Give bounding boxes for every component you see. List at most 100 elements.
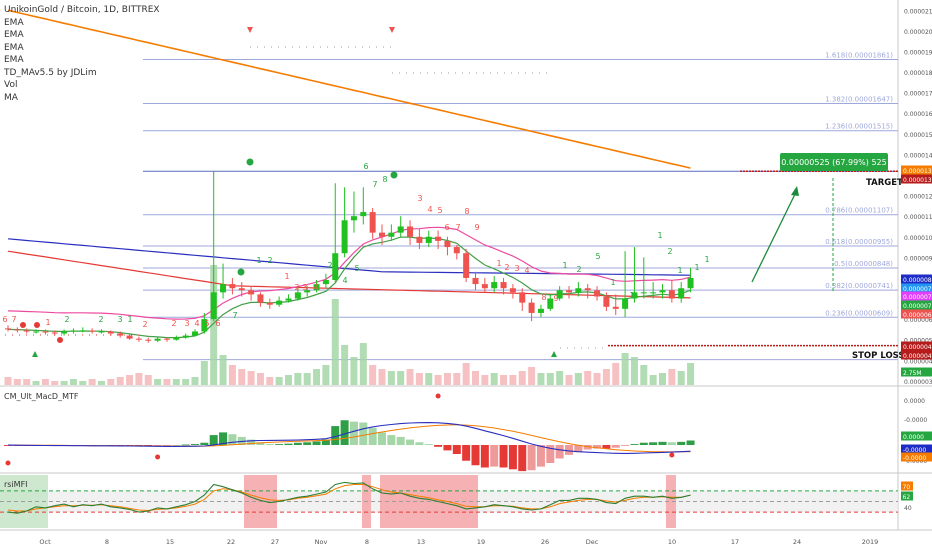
rsi-pane-label[interactable]: rsiMFI	[4, 480, 28, 489]
td-count-label: 7	[455, 223, 460, 232]
price-tick-label: 0.00000900	[904, 255, 932, 262]
volume-bar	[331, 299, 339, 385]
price-tag-text: 0.00000470	[903, 353, 932, 360]
candle-body	[210, 292, 217, 320]
rsi-layer	[0, 475, 898, 528]
td-count-label: 7	[232, 311, 237, 320]
macd-histogram-bar	[565, 445, 573, 455]
td-count-label: 5	[437, 206, 442, 215]
volume-bar	[303, 373, 311, 385]
volume-bar	[32, 381, 40, 385]
td-count-label: 4	[427, 205, 432, 214]
macd-tag-text: -0.0000	[903, 455, 926, 462]
indicator-legend: UnikoinGold / Bitcoin, 1D, BITTREX EMA E…	[4, 4, 160, 104]
time-tick-label: 27	[271, 538, 279, 546]
price-tick-label: 0.00002100	[904, 8, 932, 15]
time-tick-label: Nov	[315, 538, 328, 546]
price-tick-label: 0.00001100	[904, 214, 932, 221]
volume-bar	[313, 369, 321, 385]
legend-item-vol[interactable]: Vol	[4, 79, 160, 92]
macd-cross-icon	[435, 393, 441, 399]
stop-loss-label: STOP LOSS	[852, 351, 905, 361]
macd-histogram-bar	[349, 421, 358, 445]
buy-signal-icon	[32, 351, 38, 357]
legend-item-td-ma[interactable]: TD_MAv5.5 by JDLim	[4, 67, 160, 80]
legend-item-ma[interactable]: MA	[4, 92, 160, 105]
td-count-label: 6	[2, 315, 7, 324]
volume-bar	[453, 373, 461, 385]
macd-histogram-bar	[621, 445, 630, 446]
candle-body	[192, 331, 198, 336]
fib-level-label: 0.618(0.00000955)	[825, 238, 893, 246]
target-label: TARGET	[866, 178, 903, 188]
candle-body	[173, 337, 180, 340]
legend-item-ema[interactable]: EMA	[4, 54, 160, 67]
volume-bar	[350, 357, 358, 385]
candle-body	[322, 280, 329, 285]
volume-layer	[4, 265, 695, 385]
td-count-label: 6	[215, 319, 220, 328]
macd-histogram-bar	[228, 434, 237, 445]
volume-bar	[69, 379, 77, 385]
price-tag-text: 0.00001318	[903, 168, 932, 175]
volume-bar	[51, 381, 59, 385]
macd-histogram-bar	[275, 444, 284, 445]
volume-bar	[518, 371, 526, 385]
candle-body	[594, 290, 601, 297]
candle-body	[294, 292, 301, 299]
candle-body	[341, 220, 348, 254]
candle-body	[117, 333, 124, 336]
candle-body	[668, 290, 675, 299]
candle-body	[266, 302, 273, 305]
macd-histogram-bar	[396, 436, 405, 445]
td-count-label: 7	[11, 315, 16, 324]
macd-histogram-bar	[387, 435, 396, 445]
symbol-title[interactable]: UnikoinGold / Bitcoin, 1D, BITTREX	[4, 4, 160, 17]
macd-histogram-bar	[443, 445, 452, 451]
td-count-label: 6	[363, 162, 368, 171]
candle-body	[537, 308, 544, 313]
candle-body	[257, 294, 264, 303]
time-tick-label: 17	[731, 538, 739, 546]
macd-pane-label[interactable]: CM_Ult_MacD_MTF	[4, 392, 78, 401]
price-tag-text: 2.75M	[903, 370, 922, 377]
td-count-label: 9	[474, 223, 479, 232]
volume-bar	[584, 371, 592, 385]
legend-item-ema[interactable]: EMA	[4, 29, 160, 42]
candle-body	[89, 330, 96, 332]
candle-body	[107, 331, 114, 334]
macd-cross-icon	[155, 454, 161, 460]
volume-bar	[285, 375, 292, 385]
td-count-label: 2	[267, 256, 272, 265]
macd-histogram-bar	[536, 445, 545, 467]
legend-item-ema[interactable]: EMA	[4, 17, 160, 30]
volume-bar	[13, 379, 21, 385]
volume-bar	[415, 373, 423, 385]
price-tick-label: 0.00001600	[904, 111, 932, 118]
td-count-label: 7	[372, 180, 377, 189]
td-count-label: 2	[667, 247, 672, 256]
legend-item-ema[interactable]: EMA	[4, 42, 160, 55]
volume-bar	[612, 363, 620, 385]
price-tick-label: 0.00001400	[904, 152, 932, 159]
volume-bar	[443, 373, 451, 385]
macd-histogram-bar	[312, 441, 321, 445]
volume-bar	[60, 381, 68, 385]
volume-bar	[574, 373, 582, 385]
td-countdown-icon	[20, 322, 26, 328]
candle-body	[229, 284, 236, 289]
volume-bar	[387, 371, 395, 385]
price-tag-text: 0.00000673	[903, 312, 932, 319]
candle-body	[603, 296, 610, 307]
candle-body	[472, 277, 479, 285]
td-count-label: 2	[98, 315, 103, 324]
macd-histogram-bar	[508, 445, 517, 470]
macd-histogram-bar	[555, 445, 564, 459]
macd-histogram-bar	[406, 439, 415, 445]
price-tag-text: 0.00001321	[903, 177, 932, 184]
candle-body	[481, 284, 488, 289]
candle-body	[678, 288, 685, 299]
td-count-label: 5	[595, 252, 600, 261]
td-count-label: 8	[541, 293, 546, 302]
td-count-label: 2	[142, 320, 147, 329]
